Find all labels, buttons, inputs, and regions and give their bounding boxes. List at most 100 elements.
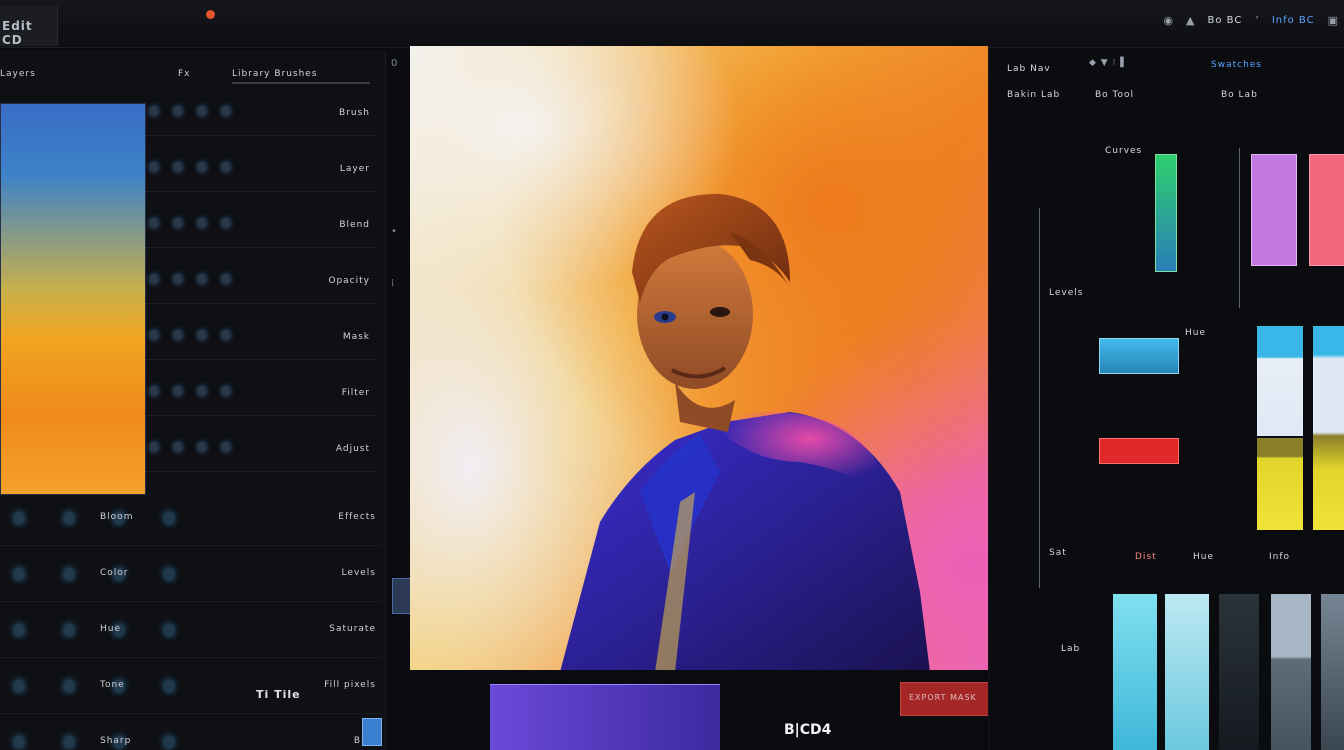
image-canvas[interactable]: [410, 46, 988, 670]
lower-layer-rows: Bloom Effects Color Levels Hue Saturate Ton…: [0, 490, 384, 750]
swatch-pink[interactable]: [1309, 154, 1344, 266]
tool-icon[interactable]: ʼ: [1255, 14, 1259, 27]
layer-row[interactable]: Mask: [146, 314, 376, 360]
row-label: Brush: [339, 108, 370, 118]
row-icons: [150, 442, 230, 452]
lock-icon[interactable]: ▣: [1328, 14, 1338, 27]
app-tab[interactable]: Edit CD: [0, 6, 58, 47]
histogram-bar[interactable]: [1165, 594, 1209, 750]
ruler-mark-icon: •: [391, 226, 397, 237]
palette-label: Swatches: [1211, 60, 1262, 70]
row-icons: [14, 512, 174, 524]
row-icons: [14, 624, 174, 636]
row-label: Bloom: [100, 512, 134, 522]
footer-label: Sat: [1049, 548, 1067, 558]
portrait-subject: [560, 193, 930, 670]
swatch-violet[interactable]: [1251, 154, 1297, 266]
histogram-bar[interactable]: [1321, 594, 1344, 750]
layer-row[interactable]: Blend: [146, 202, 376, 248]
diamond-icon[interactable]: ◆ ▼ ⁝ ▌: [1089, 58, 1128, 68]
row-label: Saturate: [329, 624, 376, 634]
row-icons: [150, 218, 230, 228]
tile-label: Ti Tile: [256, 688, 301, 701]
red-channel-block[interactable]: [1099, 438, 1179, 464]
row-label: Sharp: [100, 736, 132, 746]
footer-label: Info: [1269, 552, 1291, 562]
inspector-tab[interactable]: Bo Tool: [1095, 90, 1134, 100]
toolbar-icons: ◉ ▲ Bo BC ʼ Info BC ▣: [1163, 14, 1338, 27]
row-label: Hue: [100, 624, 122, 634]
row-label: Mask: [342, 332, 370, 342]
layers-title: Layers: [0, 69, 36, 79]
layer-row[interactable]: Opacity: [146, 258, 376, 304]
histogram-bar[interactable]: [1219, 594, 1259, 750]
row-label: Opacity: [328, 276, 370, 286]
row-icons: [150, 106, 230, 116]
row-icons: [150, 274, 230, 284]
row-icons: [150, 162, 230, 172]
layer-thumb-icon[interactable]: [362, 718, 382, 746]
footer-label: Hue: [1193, 552, 1215, 562]
inspector-panel: Lab Nav ◆ ▼ ⁝ ▌ Bakin Lab Bo Tool Bo Lab…: [988, 48, 1344, 750]
layer-row[interactable]: Layer: [146, 146, 376, 192]
row-label: Adjust: [335, 444, 370, 454]
record-indicator-icon: [206, 10, 215, 19]
inspector-tab[interactable]: Bo Lab: [1221, 90, 1258, 100]
row-icons: [150, 386, 230, 396]
canvas-ruler: 0 • ⁞: [386, 50, 414, 750]
swatch-strip[interactable]: [1313, 326, 1344, 530]
layer-thumbnail[interactable]: [0, 103, 146, 495]
row-icons: [150, 330, 230, 340]
top-toolbar: Edit CD ◉ ▲ Bo BC ʼ Info BC ▣: [0, 0, 1344, 48]
layer-row[interactable]: Adjust: [146, 426, 376, 472]
export-mask-button[interactable]: EXPORT MASK: [900, 682, 992, 716]
guide-line: [1239, 148, 1240, 308]
ruler-mark-icon: ⁞: [391, 278, 395, 289]
row-icons: [14, 568, 174, 580]
fx-toggle[interactable]: Fx: [178, 69, 191, 79]
library-tab[interactable]: Library Brushes: [232, 69, 370, 84]
toolbar-label-1[interactable]: Bo BC: [1207, 15, 1242, 26]
toolbar-label-2[interactable]: Info BC: [1272, 15, 1315, 26]
row-label: Tone: [100, 680, 125, 690]
row-icons: [14, 680, 174, 692]
inspector-tab[interactable]: Bakin Lab: [1007, 90, 1060, 100]
layer-row[interactable]: Color Levels: [0, 546, 382, 602]
cyan-channel-block[interactable]: [1099, 338, 1179, 374]
layer-row[interactable]: SharpBlur: [0, 714, 382, 750]
layer-rows: Brush Layer Blend Opacity Mask Filter Ad…: [146, 90, 378, 490]
inspector-tab[interactable]: Lab Nav: [1007, 64, 1051, 74]
screen: Edit CD ◉ ▲ Bo BC ʼ Info BC ▣ Layers Fx …: [0, 0, 1344, 750]
layer-row[interactable]: Filter: [146, 370, 376, 416]
layer-row[interactable]: Bloom Effects: [0, 490, 382, 546]
curves-label: Curves: [1105, 146, 1143, 156]
row-icons: [14, 736, 174, 748]
layer-row[interactable]: Tone Fill pixels: [0, 658, 382, 714]
preview-base: [490, 684, 720, 750]
layer-row[interactable]: Hue Saturate: [0, 602, 382, 658]
row-label: Filter: [341, 388, 370, 398]
color-slider-green[interactable]: [1155, 154, 1177, 272]
preview-label: B|CD4: [784, 722, 832, 738]
footer-label: Dist: [1135, 552, 1157, 562]
ruler-mark-icon: 0: [391, 58, 398, 69]
guide-line: [1039, 208, 1040, 588]
levels-label: Levels: [1049, 288, 1084, 298]
footer-label: Lab: [1061, 644, 1081, 654]
layers-panel: Layers Fx Library Brushes Brush Layer Bl…: [0, 50, 386, 750]
circle-icon[interactable]: ◉: [1163, 14, 1173, 27]
swatch-cyan[interactable]: [1257, 326, 1303, 436]
row-label: Blend: [339, 220, 370, 230]
layer-row[interactable]: Brush: [146, 90, 376, 136]
row-label: Effects: [338, 512, 376, 522]
histogram-bar[interactable]: [1113, 594, 1157, 750]
histogram-bar[interactable]: [1271, 594, 1311, 750]
hue-label: Hue: [1185, 328, 1207, 338]
row-label: Color: [100, 568, 129, 578]
row-label: Layer: [339, 164, 370, 174]
export-mask-label: EXPORT MASK: [909, 693, 977, 702]
layers-header: Layers Fx Library Brushes: [0, 60, 380, 86]
row-label: Fill pixels: [324, 680, 376, 690]
triangle-icon[interactable]: ▲: [1186, 14, 1194, 27]
swatch-yellow[interactable]: [1257, 438, 1303, 530]
